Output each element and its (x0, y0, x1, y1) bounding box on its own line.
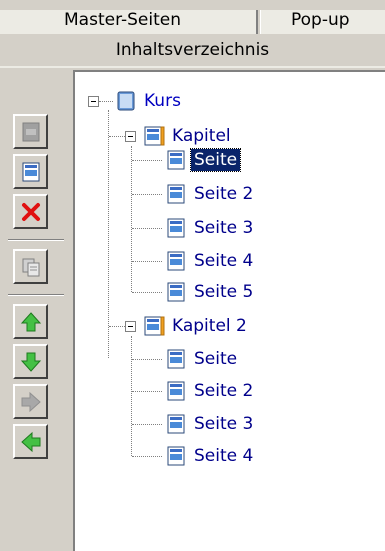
page-icon (167, 349, 185, 369)
tree-line (132, 261, 162, 262)
move-down-button[interactable] (13, 344, 48, 379)
toc-toolbar (0, 82, 70, 551)
tree-node-label: Seite 4 (194, 251, 254, 271)
chapter-icon (144, 316, 165, 336)
tree-node-label: Seite 4 (194, 446, 254, 466)
tree-node-page[interactable]: Seite (165, 148, 242, 172)
outdent-left-icon (20, 431, 40, 452)
toolbar-separator (8, 294, 64, 296)
tree-line (131, 146, 132, 292)
tree-node-chapter[interactable]: Kapitel 2 (143, 314, 250, 338)
page-settings-button[interactable] (13, 114, 48, 149)
toc-tree: Kurs Kapitel Seite Seite 2 Seite 3 Seite… (73, 70, 385, 551)
move-down-icon (20, 352, 41, 372)
page-icon (167, 414, 185, 434)
delete-icon (21, 202, 40, 221)
tree-node-label: Seite 3 (194, 414, 254, 434)
tab-master-pages[interactable]: Master-Seiten (0, 10, 258, 34)
page-icon (167, 150, 185, 170)
delete-button[interactable] (13, 194, 48, 229)
book-icon (117, 91, 135, 111)
tree-line (132, 456, 162, 457)
collapse-root-toggle[interactable] (88, 96, 99, 107)
tree-node-page[interactable]: Seite 4 (165, 444, 256, 468)
tree-line (132, 194, 162, 195)
tree-line (99, 101, 113, 102)
page-icon (167, 381, 185, 401)
new-page-icon (22, 162, 39, 181)
tree-node-page[interactable]: Seite 4 (165, 249, 256, 273)
tree-node-label: Seite 3 (194, 218, 254, 238)
tree-node-page[interactable]: Seite 3 (165, 412, 256, 436)
new-page-button[interactable] (13, 154, 48, 189)
tree-line (131, 336, 132, 456)
tab-master-pages-label: Master-Seiten (64, 10, 181, 30)
tree-line (132, 228, 162, 229)
tree-node-label: Seite 2 (194, 381, 254, 401)
tree-node-label: Seite 2 (194, 184, 254, 204)
page-icon (167, 282, 185, 302)
tab-popup-label: Pop-up (291, 10, 350, 30)
tree-node-page[interactable]: Seite 5 (165, 280, 256, 304)
tree-node-page[interactable]: Seite (165, 347, 240, 371)
collapse-chapter-toggle[interactable] (125, 131, 136, 142)
move-up-button[interactable] (13, 304, 48, 339)
tree-node-label-selected: Seite (189, 148, 242, 172)
tree-node-label: Seite (194, 349, 238, 369)
page-icon (167, 184, 185, 204)
indent-right-button[interactable] (13, 384, 48, 419)
tree-node-label: Kapitel 2 (172, 316, 247, 336)
tree-node-course[interactable]: Kurs (115, 89, 184, 113)
outdent-left-button[interactable] (13, 424, 48, 459)
copy-icon (22, 258, 39, 276)
tab-popup[interactable]: Pop-up (260, 10, 385, 34)
indent-right-icon (21, 391, 41, 412)
tree-node-label: Kapitel (172, 126, 231, 146)
tree-node-label: Kurs (144, 91, 181, 111)
panel-title-bar: Inhaltsverzeichnis (0, 34, 385, 68)
page-icon (167, 218, 185, 238)
copy-button[interactable] (13, 249, 48, 284)
tree-line (109, 326, 125, 327)
tab-strip: Master-Seiten Pop-up (0, 0, 385, 34)
panel-title: Inhaltsverzeichnis (115, 40, 270, 60)
tree-node-chapter[interactable]: Kapitel (143, 124, 234, 148)
tree-line (132, 359, 162, 360)
chapter-icon (144, 126, 165, 146)
tree-line (132, 391, 162, 392)
tree-line (132, 292, 162, 293)
tree-node-page[interactable]: Seite 2 (165, 379, 256, 403)
tree-line (132, 160, 162, 161)
collapse-chapter-toggle[interactable] (125, 321, 136, 332)
tree-node-page[interactable]: Seite 3 (165, 216, 256, 240)
tree-node-label: Seite 5 (194, 282, 254, 302)
toolbar-separator (8, 239, 64, 241)
tree-node-page[interactable]: Seite 2 (165, 182, 256, 206)
tree-line (108, 110, 109, 358)
move-up-icon (20, 311, 41, 331)
page-disabled-icon (22, 122, 39, 141)
page-icon (167, 251, 185, 271)
page-icon (167, 446, 185, 466)
tree-line (109, 136, 125, 137)
tree-line (132, 424, 162, 425)
